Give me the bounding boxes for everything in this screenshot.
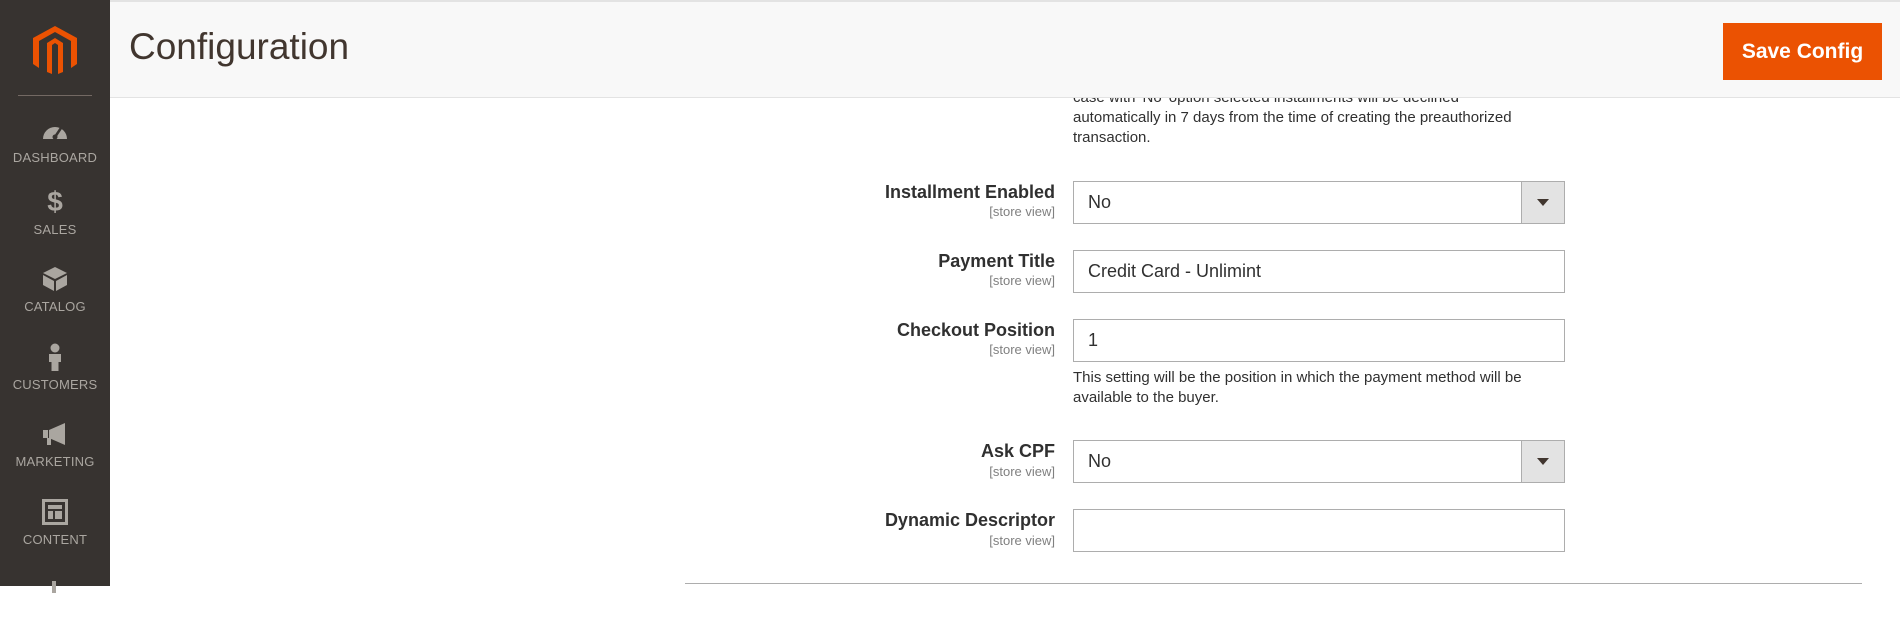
sidebar-item-reports[interactable] — [0, 572, 110, 644]
sidebar-item-label: CUSTOMERS — [12, 377, 98, 392]
select-value: No — [1088, 192, 1112, 212]
page-title: Configuration — [129, 26, 350, 67]
field-label-installment-enabled: Installment Enabled — [884, 182, 1055, 202]
sidebar-item-label: MARKETING — [15, 454, 95, 469]
note-line: automatically in 7 days from the time of… — [1073, 109, 1512, 126]
field-label-dynamic-descriptor: Dynamic Descriptor — [884, 510, 1055, 530]
save-config-button[interactable]: Save Config — [1723, 23, 1882, 80]
layout-icon — [41, 498, 69, 526]
admin-sidebar: DASHBOARD $ SALES CATALOG CUSTOMERS MARK… — [0, 0, 110, 593]
select-value: No — [1088, 451, 1112, 471]
installment-enabled-select[interactable]: No — [1073, 181, 1565, 224]
scope-label: [store view] — [989, 204, 1055, 219]
section-divider — [685, 583, 1862, 584]
scope-label: [store view] — [989, 533, 1055, 548]
checkout-position-input[interactable]: 1 — [1073, 319, 1565, 362]
chevron-down-icon[interactable] — [1521, 182, 1564, 223]
field-label-checkout-position: Checkout Position — [896, 320, 1055, 340]
dollar-icon: $ — [47, 186, 63, 217]
field-note: This setting will be the position in whi… — [1073, 368, 1573, 408]
sidebar-item-label: CONTENT — [22, 532, 88, 547]
field-label-ask-cpf: Ask CPF — [980, 441, 1055, 461]
scope-label: [store view] — [989, 464, 1055, 479]
box-icon — [41, 265, 69, 293]
dynamic-descriptor-input[interactable] — [1073, 509, 1565, 552]
input-value: Credit Card - Unlimint — [1088, 261, 1262, 281]
sidebar-item-customers[interactable]: CUSTOMERS — [0, 343, 110, 415]
note-line: This setting will be the position in whi… — [1073, 369, 1522, 386]
dashboard-gauge-icon — [41, 116, 69, 144]
person-icon — [41, 343, 69, 371]
note-line: transaction. — [1073, 129, 1151, 146]
chevron-down-icon[interactable] — [1521, 441, 1564, 482]
field-label-payment-title: Payment Title — [938, 251, 1055, 271]
sidebar-item-label: CATALOG — [24, 299, 86, 314]
sidebar-item-marketing[interactable]: MARKETING — [0, 420, 110, 492]
payment-title-input[interactable]: Credit Card - Unlimint — [1073, 250, 1565, 293]
sidebar-item-catalog[interactable]: CATALOG — [0, 265, 110, 337]
sidebar-item-sales[interactable]: $ SALES — [0, 188, 110, 260]
note-line: available to the buyer. — [1073, 389, 1219, 406]
megaphone-icon — [41, 420, 69, 448]
magento-logo-icon[interactable] — [29, 24, 81, 76]
scope-label: [store view] — [989, 273, 1055, 288]
sidebar-item-dashboard[interactable]: DASHBOARD — [0, 116, 110, 188]
scope-label: [store view] — [989, 342, 1055, 357]
input-value: 1 — [1088, 330, 1099, 350]
sidebar-item-label: SALES — [33, 222, 77, 237]
page-header: Configuration Save Config — [110, 0, 1900, 98]
ask-cpf-select[interactable]: No — [1073, 440, 1565, 483]
sidebar-item-content[interactable]: CONTENT — [0, 498, 110, 570]
logo-divider — [18, 95, 92, 96]
sidebar-item-label: DASHBOARD — [12, 150, 98, 165]
bar-chart-icon — [41, 572, 69, 600]
